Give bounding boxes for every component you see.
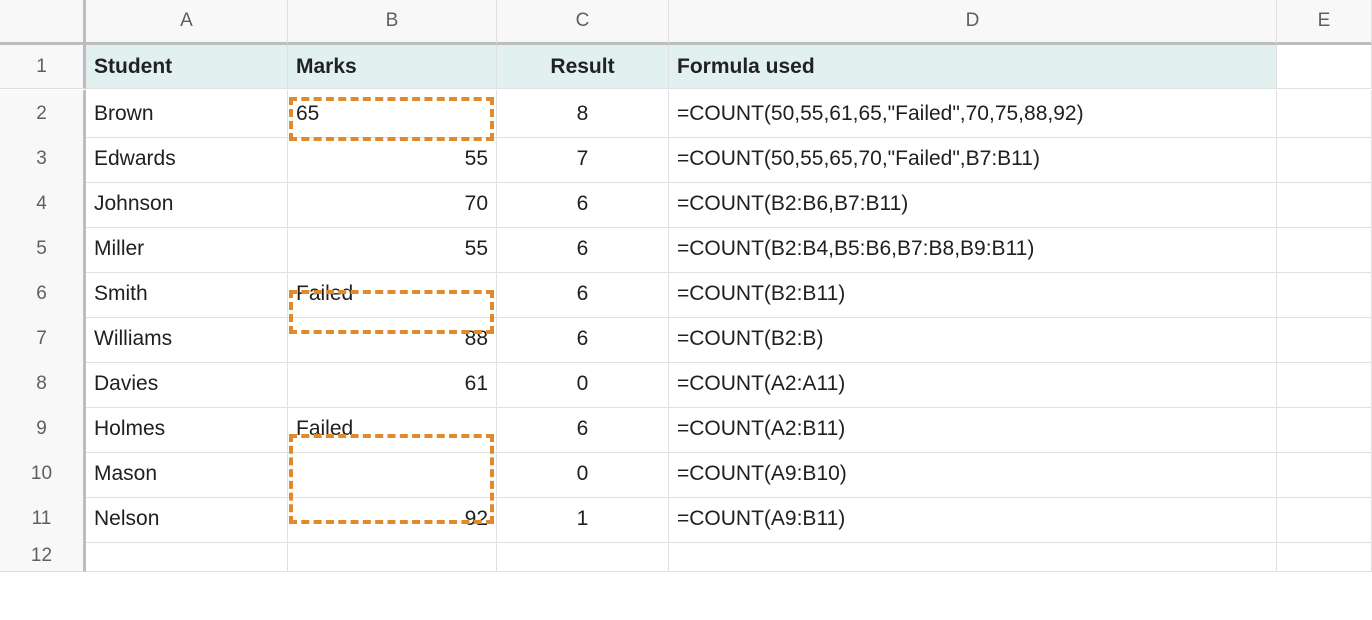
cell-D3[interactable]: =COUNT(50,55,65,70,"Failed",B7:B11) bbox=[669, 135, 1277, 183]
cell-D8[interactable]: =COUNT(A2:A11) bbox=[669, 360, 1277, 408]
cell-D10[interactable]: =COUNT(A9:B10) bbox=[669, 450, 1277, 498]
cell-A5[interactable]: Miller bbox=[86, 225, 288, 273]
cell-E1[interactable] bbox=[1277, 45, 1372, 89]
row-header-5[interactable]: 5 bbox=[0, 225, 86, 273]
cell-A2[interactable]: Brown bbox=[86, 90, 288, 138]
cell-A12[interactable] bbox=[86, 540, 288, 572]
cell-E7[interactable] bbox=[1277, 315, 1372, 363]
cell-D11[interactable]: =COUNT(A9:B11) bbox=[669, 495, 1277, 543]
cell-E2[interactable] bbox=[1277, 90, 1372, 138]
row-header-7[interactable]: 7 bbox=[0, 315, 86, 363]
cell-A3[interactable]: Edwards bbox=[86, 135, 288, 183]
row-header-6[interactable]: 6 bbox=[0, 270, 86, 318]
cell-C11[interactable]: 1 bbox=[497, 495, 669, 543]
cell-A10[interactable]: Mason bbox=[86, 450, 288, 498]
cell-B4[interactable]: 70 bbox=[288, 180, 497, 228]
cell-D1[interactable]: Formula used bbox=[669, 45, 1277, 89]
cell-B5[interactable]: 55 bbox=[288, 225, 497, 273]
cell-D5[interactable]: =COUNT(B2:B4,B5:B6,B7:B8,B9:B11) bbox=[669, 225, 1277, 273]
col-header-B[interactable]: B bbox=[288, 0, 497, 45]
cell-E11[interactable] bbox=[1277, 495, 1372, 543]
cell-D12[interactable] bbox=[669, 540, 1277, 572]
row-header-4[interactable]: 4 bbox=[0, 180, 86, 228]
cell-C4[interactable]: 6 bbox=[497, 180, 669, 228]
cell-B1[interactable]: Marks bbox=[288, 45, 497, 89]
cell-A7[interactable]: Williams bbox=[86, 315, 288, 363]
cell-C7[interactable]: 6 bbox=[497, 315, 669, 363]
cell-C12[interactable] bbox=[497, 540, 669, 572]
cell-D7[interactable]: =COUNT(B2:B) bbox=[669, 315, 1277, 363]
row-header-2[interactable]: 2 bbox=[0, 90, 86, 138]
cell-E12[interactable] bbox=[1277, 540, 1372, 572]
cell-C3[interactable]: 7 bbox=[497, 135, 669, 183]
cell-C10[interactable]: 0 bbox=[497, 450, 669, 498]
col-header-C[interactable]: C bbox=[497, 0, 669, 45]
row-header-8[interactable]: 8 bbox=[0, 360, 86, 408]
cell-C9[interactable]: 6 bbox=[497, 405, 669, 453]
spreadsheet-grid[interactable]: ABCDE1StudentMarksResultFormula used2Bro… bbox=[0, 0, 1372, 585]
cell-B6[interactable]: Failed bbox=[288, 270, 497, 318]
cell-D4[interactable]: =COUNT(B2:B6,B7:B11) bbox=[669, 180, 1277, 228]
cell-B7[interactable]: 88 bbox=[288, 315, 497, 363]
row-header-1[interactable]: 1 bbox=[0, 45, 86, 89]
col-header-A[interactable]: A bbox=[86, 0, 288, 45]
cell-C2[interactable]: 8 bbox=[497, 90, 669, 138]
cell-A11[interactable]: Nelson bbox=[86, 495, 288, 543]
cell-B9[interactable]: Failed bbox=[288, 405, 497, 453]
corner-cell[interactable] bbox=[0, 0, 86, 45]
cell-E9[interactable] bbox=[1277, 405, 1372, 453]
cell-C1[interactable]: Result bbox=[497, 45, 669, 89]
cell-E10[interactable] bbox=[1277, 450, 1372, 498]
row-header-11[interactable]: 11 bbox=[0, 495, 86, 543]
cell-E3[interactable] bbox=[1277, 135, 1372, 183]
cell-E6[interactable] bbox=[1277, 270, 1372, 318]
cell-A1[interactable]: Student bbox=[86, 45, 288, 89]
cell-B3[interactable]: 55 bbox=[288, 135, 497, 183]
cell-B8[interactable]: 61 bbox=[288, 360, 497, 408]
col-header-D[interactable]: D bbox=[669, 0, 1277, 45]
col-header-E[interactable]: E bbox=[1277, 0, 1372, 45]
row-header-9[interactable]: 9 bbox=[0, 405, 86, 453]
cell-A8[interactable]: Davies bbox=[86, 360, 288, 408]
cell-E8[interactable] bbox=[1277, 360, 1372, 408]
cell-E4[interactable] bbox=[1277, 180, 1372, 228]
cell-A6[interactable]: Smith bbox=[86, 270, 288, 318]
cell-D2[interactable]: =COUNT(50,55,61,65,"Failed",70,75,88,92) bbox=[669, 90, 1277, 138]
cell-B2[interactable]: 65 bbox=[288, 90, 497, 138]
cell-C8[interactable]: 0 bbox=[497, 360, 669, 408]
cell-D9[interactable]: =COUNT(A2:B11) bbox=[669, 405, 1277, 453]
cell-B11[interactable]: 92 bbox=[288, 495, 497, 543]
cell-C6[interactable]: 6 bbox=[497, 270, 669, 318]
cell-C5[interactable]: 6 bbox=[497, 225, 669, 273]
cell-B12[interactable] bbox=[288, 540, 497, 572]
cell-E5[interactable] bbox=[1277, 225, 1372, 273]
cell-A4[interactable]: Johnson bbox=[86, 180, 288, 228]
row-header-3[interactable]: 3 bbox=[0, 135, 86, 183]
row-header-12[interactable]: 12 bbox=[0, 540, 86, 572]
cell-D6[interactable]: =COUNT(B2:B11) bbox=[669, 270, 1277, 318]
cell-A9[interactable]: Holmes bbox=[86, 405, 288, 453]
row-header-10[interactable]: 10 bbox=[0, 450, 86, 498]
cell-B10[interactable] bbox=[288, 450, 497, 498]
